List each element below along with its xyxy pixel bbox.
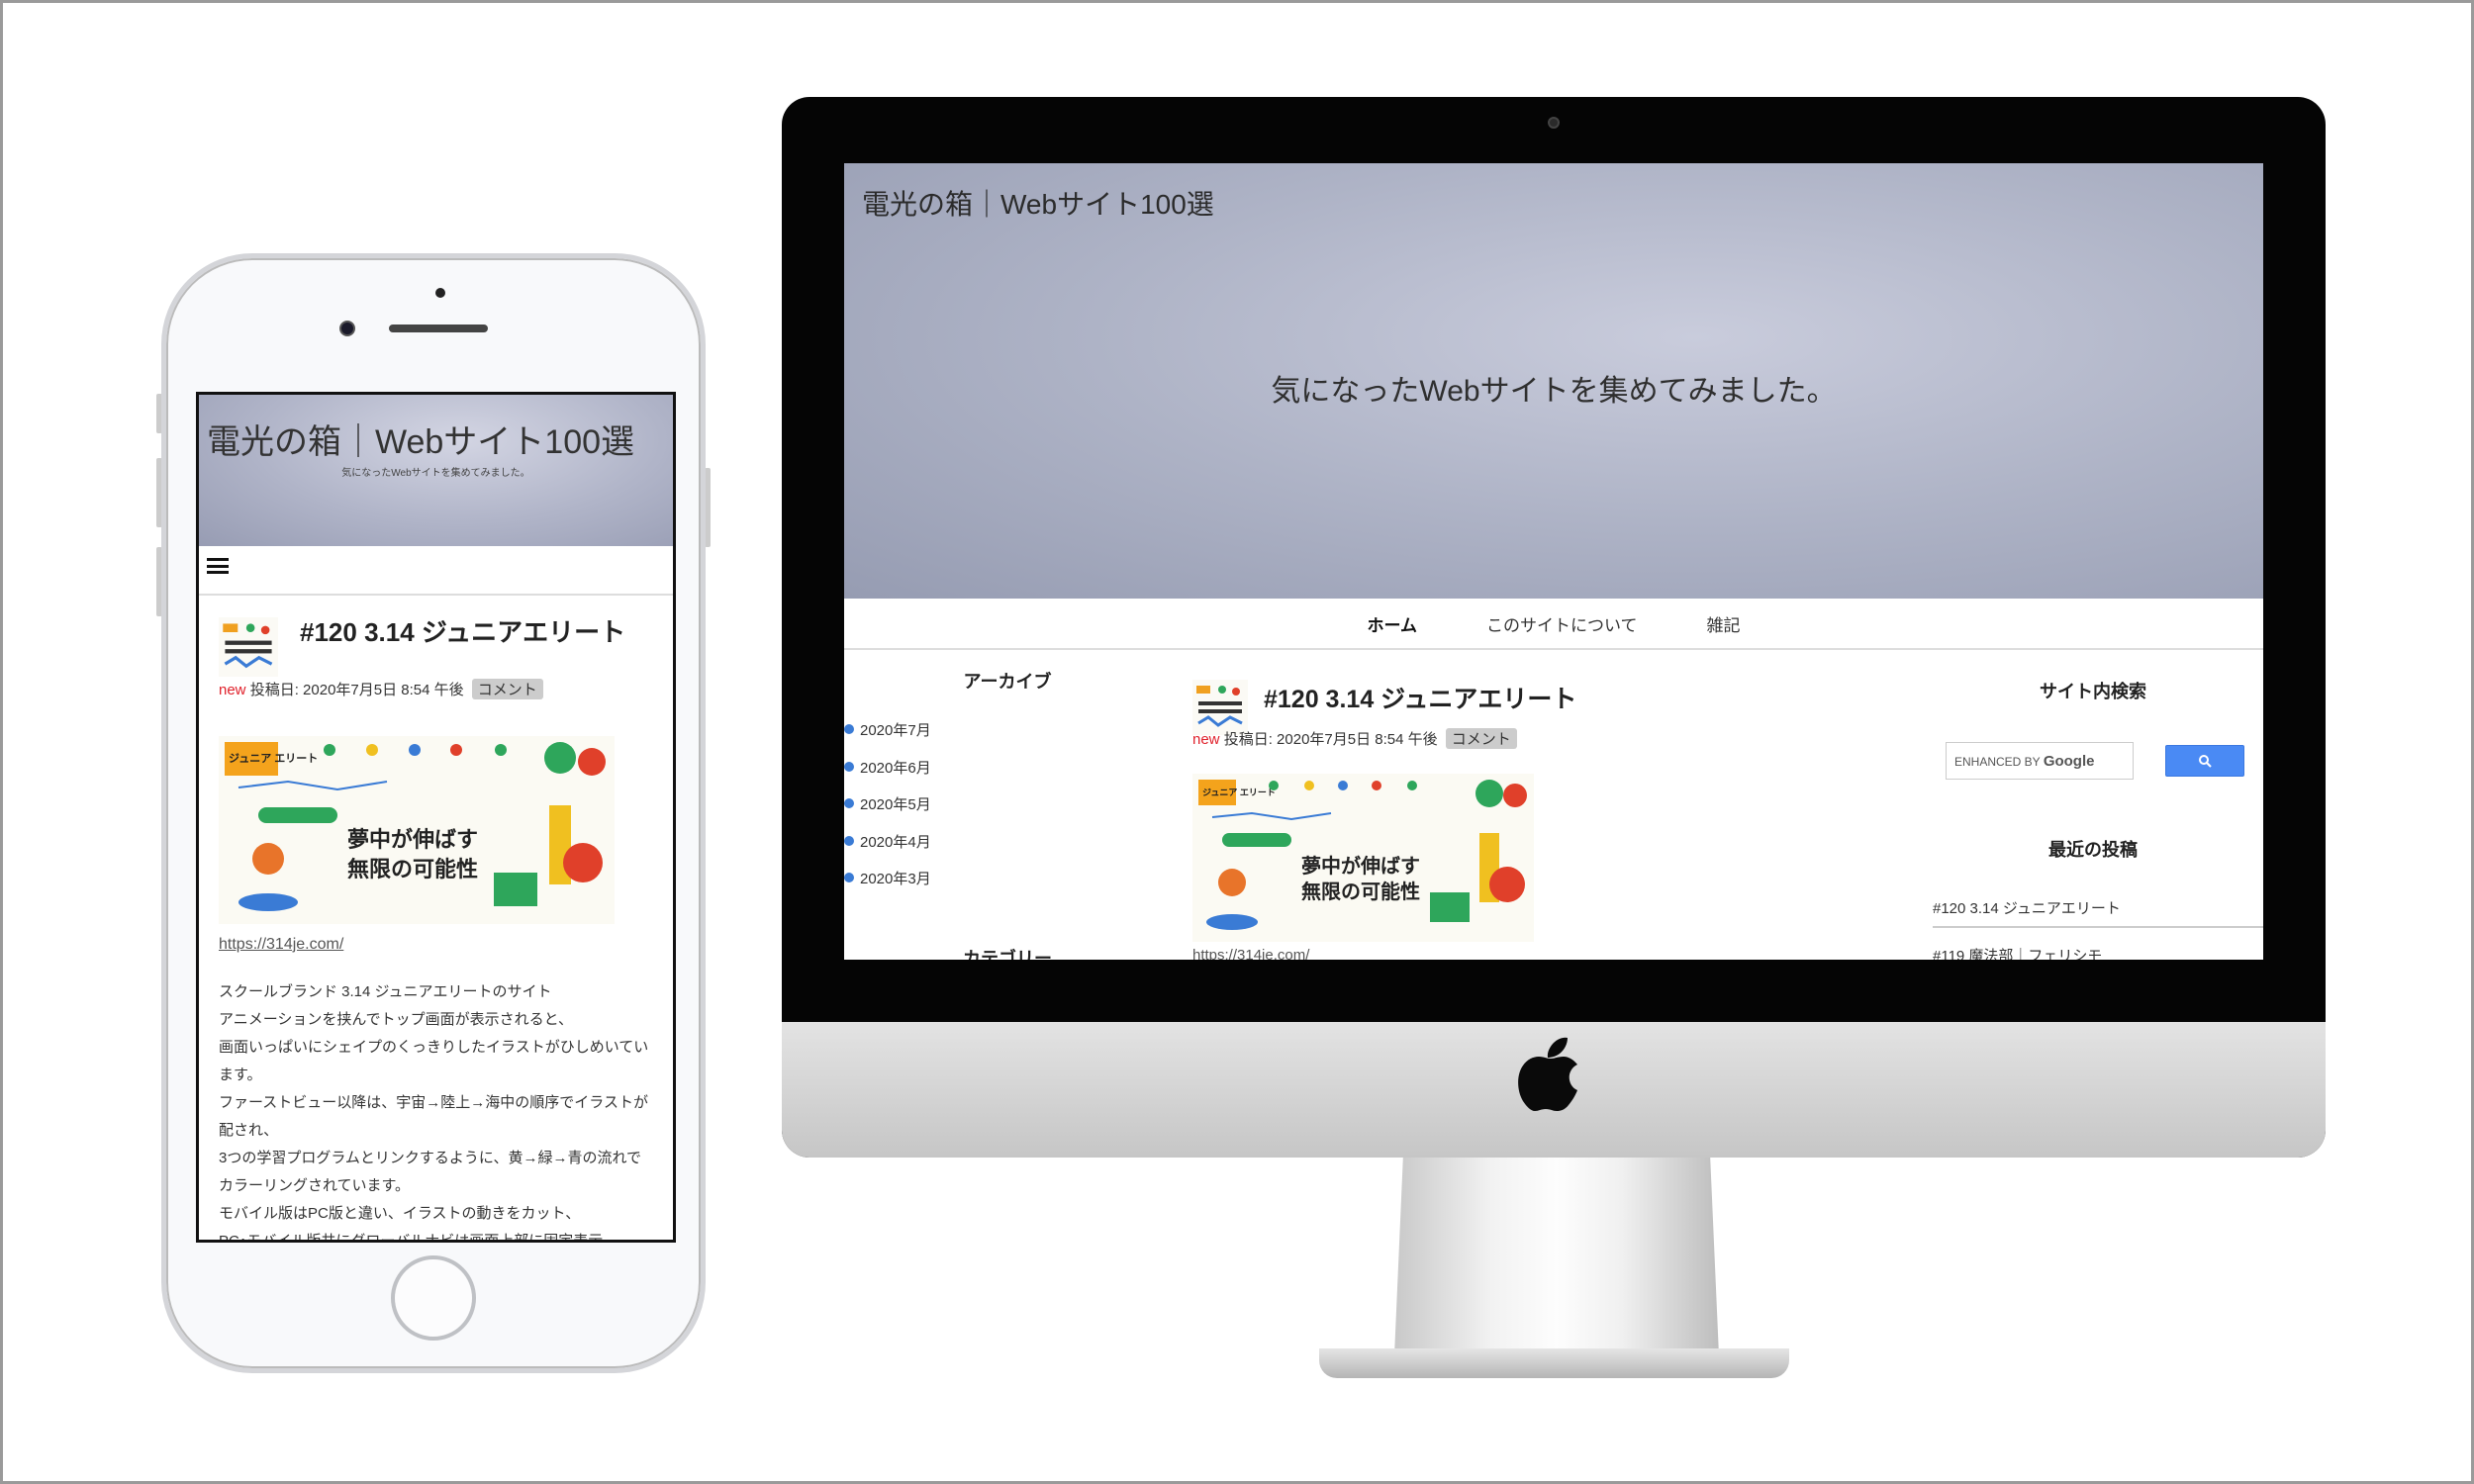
iphone-home-button <box>391 1255 476 1341</box>
mobile-site-tagline: 気になったWebサイトを集めてみました。 <box>341 468 530 479</box>
mobile-post-url-link[interactable]: https://314je.com/ <box>219 936 343 954</box>
body-line: スクールブランド 3.14 ジュニアエリートのサイト <box>219 983 552 1000</box>
mobile-nav-bar <box>199 546 673 596</box>
desktop-screen: 電光の箱｜Webサイト100選 気になったWebサイトを集めてみました。 ホーム… <box>844 163 2263 960</box>
site-title[interactable]: 電光の箱｜Webサイト100選 <box>862 183 1214 223</box>
archive-item[interactable]: 2020年3月 <box>844 868 1171 905</box>
body-line: PC･モバイル版共にグローバルナビは画面上部に固定表示 <box>219 1233 604 1243</box>
mobile-banner-headline-2: 無限の可能性 <box>347 857 478 881</box>
archive-widget: アーカイブ 2020年7月 2020年6月 2020年5月 2020年4月 20… <box>844 668 1171 905</box>
mobile-new-badge: new <box>219 682 246 698</box>
archive-item[interactable]: 2020年5月 <box>844 793 1171 831</box>
iphone-sensor-icon <box>435 288 445 298</box>
mobile-site-title[interactable]: 電光の箱｜Webサイト100選 <box>207 415 634 463</box>
recent-post-item[interactable]: #120 3.14 ジュニアエリート <box>1933 897 2263 928</box>
mobile-screen: 電光の箱｜Webサイト100選 気になったWebサイトを集めてみました。 #12… <box>196 392 676 1243</box>
comment-link[interactable]: コメント <box>1445 728 1517 749</box>
mobile-post-body: スクールブランド 3.14 ジュニアエリートのサイト アニメーションを挟んでトッ… <box>219 978 654 1243</box>
archive-title: アーカイブ <box>963 672 1052 692</box>
recent-post-item[interactable]: #119 魔法部｜フェリシモ <box>1933 945 2263 960</box>
banner-headline-2: 無限の可能性 <box>1301 880 1420 903</box>
iphone-speaker <box>389 325 488 332</box>
global-nav: ホーム このサイトについて 雑記 <box>844 599 2263 650</box>
imac-foot <box>1319 1348 1789 1378</box>
body-line: ファーストビュー以降は、宇宙→陸上→海中の順序でイラストが配され、 <box>219 1094 648 1139</box>
site-header: 電光の箱｜Webサイト100選 気になったWebサイトを集めてみました。 <box>844 163 2263 599</box>
mobile-post-thumbnail[interactable] <box>219 617 278 677</box>
body-line: アニメーションを挟んでトップ画面が表示されると、 <box>219 1011 574 1028</box>
nav-item-about[interactable]: このサイトについて <box>1486 611 1638 636</box>
search-placeholder-brand: Google <box>2043 753 2095 770</box>
mobile-post-date: 投稿日: 2020年7月5日 8:54 午後 <box>249 682 464 698</box>
right-sidebar: サイト内検索 ENHANCED BY Google 最近の投稿 #120 3.1… <box>1923 678 2263 960</box>
nav-item-home[interactable]: ホーム <box>1368 611 1418 636</box>
imac-camera-icon <box>1548 117 1560 129</box>
post-url-link[interactable]: https://314je.com/ <box>1192 947 1309 960</box>
mobile-comment-link[interactable]: コメント <box>471 679 543 699</box>
mobile-banner-brand: ジュニア エリート <box>229 752 318 765</box>
apple-logo-icon <box>1518 1037 1577 1111</box>
archive-item[interactable]: 2020年7月 <box>844 719 1171 757</box>
category-title: カテゴリー <box>963 949 1052 960</box>
post-banner-image[interactable]: ジュニア エリート 夢中が伸ばす 無限の可能性 <box>1192 774 1534 942</box>
imac-device: 電光の箱｜Webサイト100選 気になったWebサイトを集めてみました。 ホーム… <box>782 97 2326 1158</box>
post-title[interactable]: #120 3.14 ジュニアエリート <box>1264 680 1576 715</box>
mobile-post-banner-image[interactable]: ジュニア エリート 夢中が伸ばす 無限の可能性 <box>219 736 615 924</box>
mobile-post-title[interactable]: #120 3.14 ジュニアエリート <box>300 617 656 647</box>
search-input[interactable]: ENHANCED BY Google <box>1946 742 2134 780</box>
search-button[interactable] <box>2165 745 2244 777</box>
iphone-device: 電光の箱｜Webサイト100選 気になったWebサイトを集めてみました。 #12… <box>161 253 706 1373</box>
recent-posts-title: 最近の投稿 <box>2048 840 2138 860</box>
site-tagline: 気になったWebサイトを集めてみました。 <box>1271 375 1837 408</box>
archive-item[interactable]: 2020年4月 <box>844 831 1171 869</box>
mobile-site-header: 電光の箱｜Webサイト100選 気になったWebサイトを集めてみました。 <box>199 395 673 546</box>
iphone-front-camera-icon <box>339 321 355 336</box>
post-thumbnail[interactable] <box>1192 680 1248 735</box>
archive-list: 2020年7月 2020年6月 2020年5月 2020年4月 2020年3月 <box>844 719 1171 905</box>
hamburger-menu-icon[interactable] <box>207 556 229 576</box>
mobile-banner-headline-1: 夢中が伸ばす <box>347 827 478 852</box>
nav-item-blog[interactable]: 雑記 <box>1707 611 1741 636</box>
mobile-post-meta: new 投稿日: 2020年7月5日 8:54 午後 コメント <box>219 679 543 699</box>
new-badge: new <box>1192 731 1220 748</box>
banner-brand: ジュニア エリート <box>1202 788 1276 797</box>
archive-item[interactable]: 2020年6月 <box>844 757 1171 794</box>
canvas-frame: 電光の箱｜Webサイト100選 気になったWebサイトを集めてみました。 ホーム… <box>0 0 2474 1484</box>
search-placeholder-small: ENHANCED BY <box>1954 755 2041 769</box>
body-line: モバイル版はPC版と違い、イラストの動きをカット、 <box>219 1205 581 1222</box>
body-line: 3つの学習プログラムとリンクするように、黄→緑→青の流れでカラーリングされていま… <box>219 1150 641 1194</box>
search-icon <box>2199 755 2212 768</box>
post-meta: new 投稿日: 2020年7月5日 8:54 午後 コメント <box>1192 728 1517 749</box>
banner-headline-1: 夢中が伸ばす <box>1301 854 1420 878</box>
search-widget-title: サイト内検索 <box>2040 682 2146 701</box>
body-line: 画面いっぱいにシェイプのくっきりしたイラストがひしめいています。 <box>219 1039 649 1083</box>
post-date: 投稿日: 2020年7月5日 8:54 午後 <box>1223 731 1438 748</box>
